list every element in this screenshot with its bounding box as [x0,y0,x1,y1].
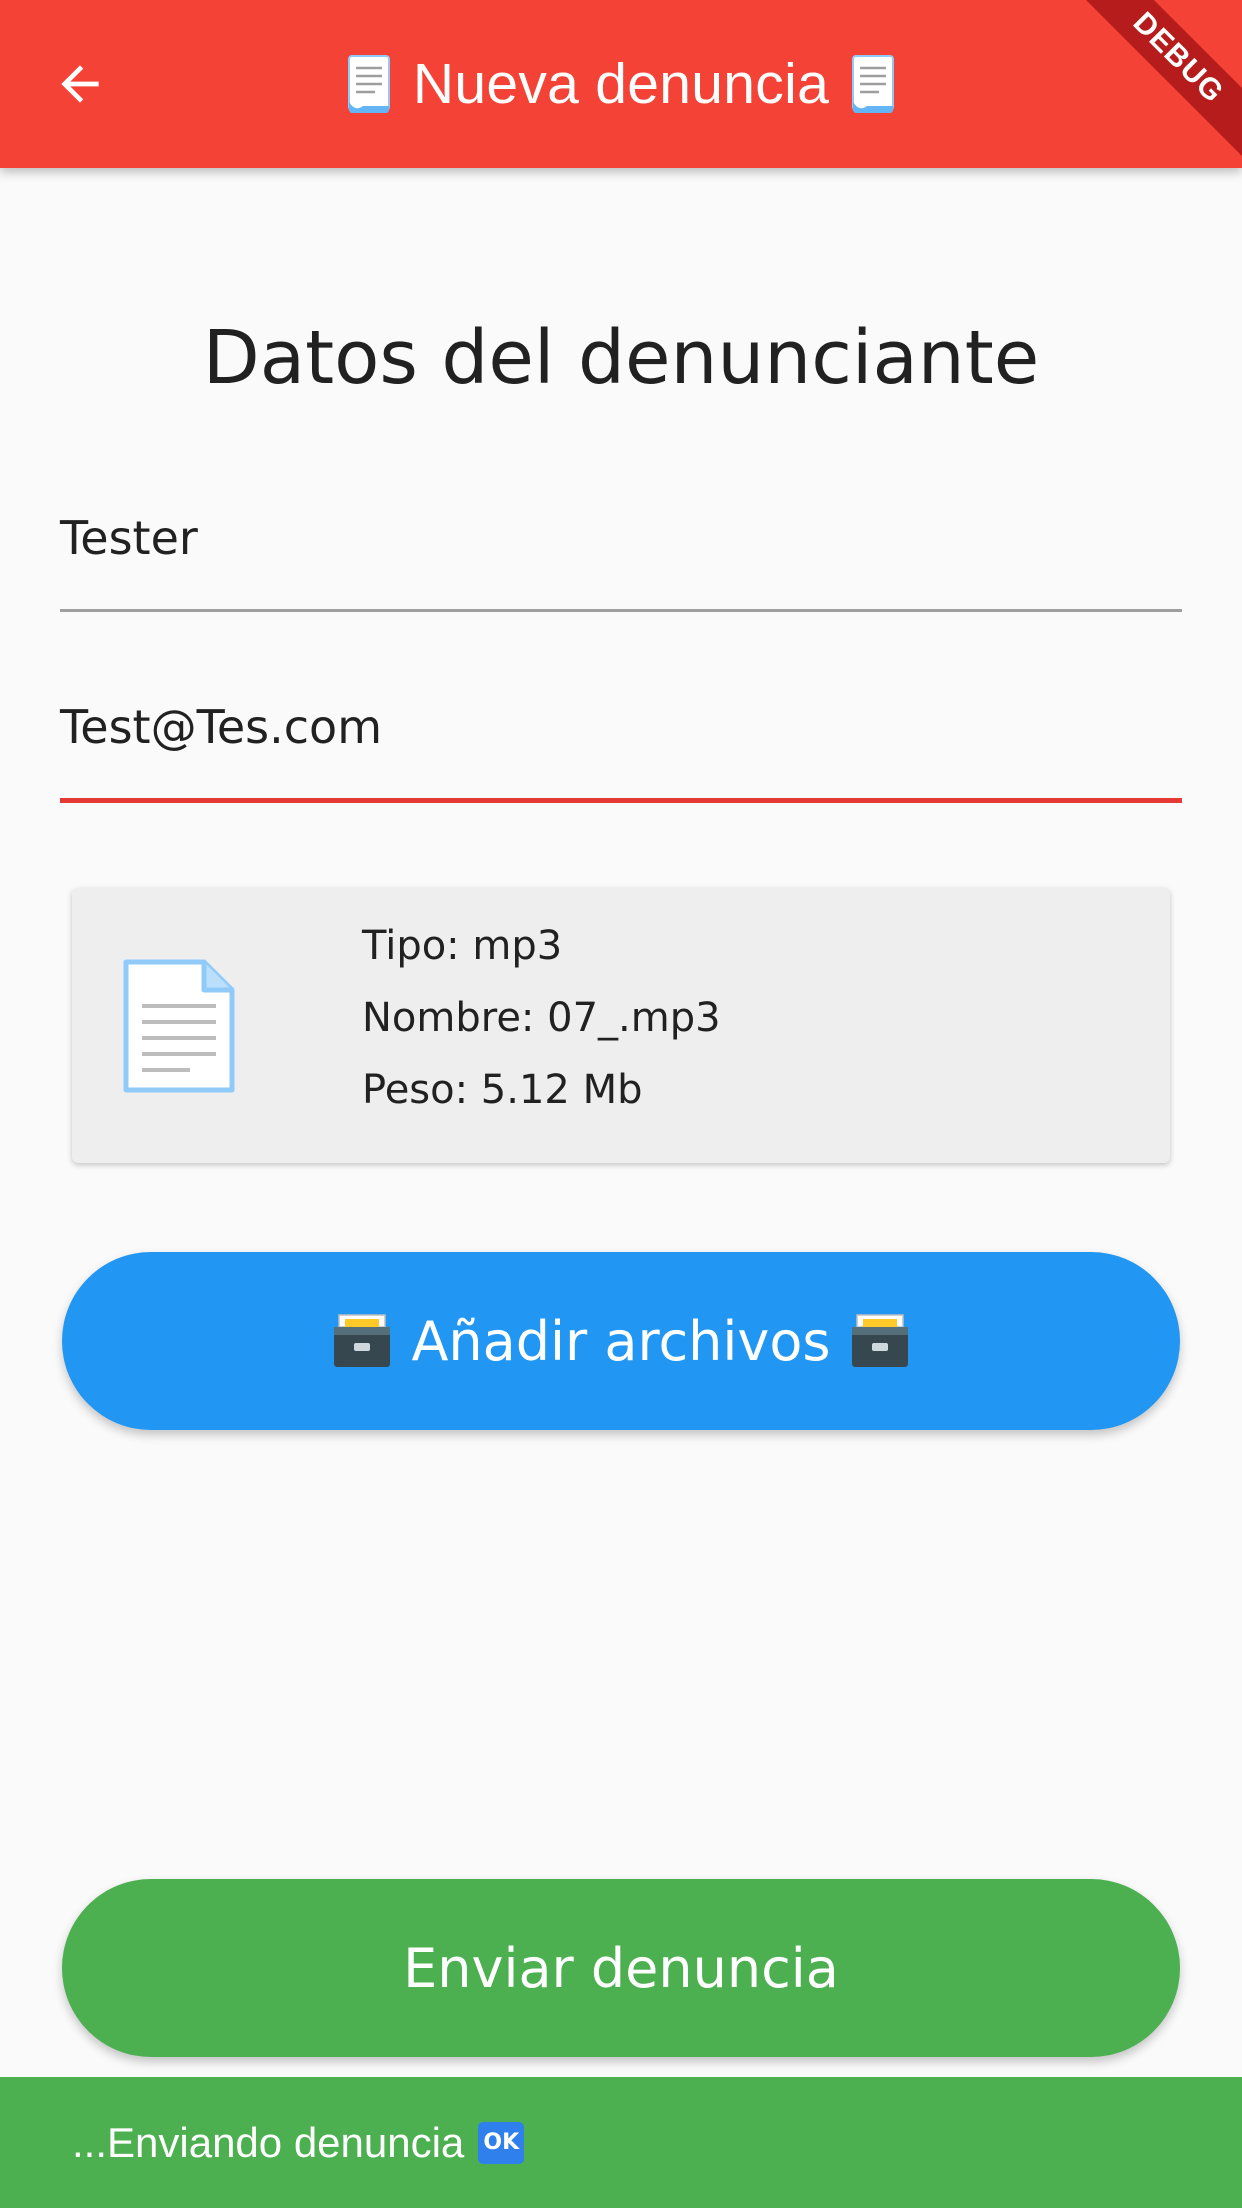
snackbar: ...Enviando denuncia OK [0,2077,1242,2208]
name-field-underline [60,609,1182,612]
page-facing-up-icon [852,55,895,113]
file-type: Tipo: mp3 [362,923,563,969]
file-info: Tipo: mp3 Nombre: 07_.mp3 Peso: 5.12 Mb [362,910,721,1126]
app-bar-title: Nueva denuncia [0,0,1242,168]
snackbar-message-row: ...Enviando denuncia OK [72,2118,525,2167]
document-icon [123,959,235,1093]
email-field-underline [60,798,1182,803]
email-field-value: Test@Tes.com [60,700,382,754]
section-title: Datos del denunciante [202,315,1040,401]
file-name: Nombre: 07_.mp3 [362,995,721,1041]
send-report-label: Enviar denuncia [403,1936,839,2000]
add-files-button[interactable]: Añadir archivos [62,1252,1180,1430]
add-files-label: Añadir archivos [411,1309,831,1373]
name-field-value: Tester [60,511,198,565]
attached-file-card[interactable]: Tipo: mp3 Nombre: 07_.mp3 Peso: 5.12 Mb [72,888,1170,1163]
card-file-box-icon [851,1314,908,1367]
email-field[interactable]: Test@Tes.com [60,697,1182,805]
send-report-button[interactable]: Enviar denuncia [62,1879,1180,2057]
snackbar-message: ...Enviando denuncia [72,2118,465,2166]
ok-button-icon: OK [478,2121,525,2164]
app-bar: Nueva denuncia [0,0,1242,168]
app-bar-title-text: Nueva denuncia [412,52,830,116]
name-field[interactable]: Tester [60,508,1182,614]
card-file-box-icon [334,1314,391,1367]
file-size: Peso: 5.12 Mb [362,1067,643,1113]
page-facing-up-icon [347,55,390,113]
